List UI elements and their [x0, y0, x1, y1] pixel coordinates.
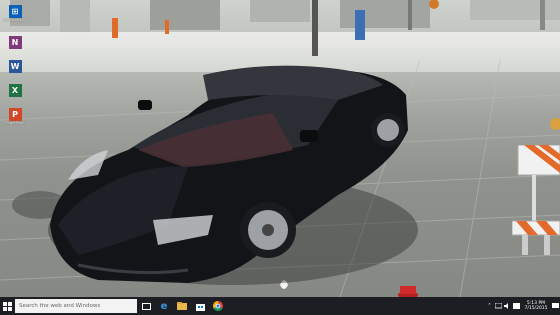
language-icon[interactable] — [512, 297, 521, 315]
desktop-icon-label: Welcome to Tech Forums — [3, 18, 27, 22]
clock[interactable]: 5:13 PM 7/15/2015 — [521, 301, 551, 312]
task-view-icon[interactable] — [137, 297, 155, 315]
taskbar: Search the web and Windows e ˄ 5:13 PM 7… — [0, 297, 560, 315]
system-tray: ˄ 5:13 PM 7/15/2015 — [485, 297, 560, 315]
desktop-icon-onenote[interactable]: N — [3, 36, 27, 49]
excel-icon: X — [8, 84, 22, 97]
store-icon[interactable] — [191, 297, 209, 315]
network-icon[interactable] — [494, 297, 503, 315]
volume-icon[interactable] — [503, 297, 512, 315]
desktop-icon-word[interactable]: W — [3, 60, 27, 73]
desktop-wallpaper: ⊞ Welcome to Tech Forums N W X P PowerPo… — [0, 0, 560, 297]
start-button[interactable] — [0, 297, 15, 315]
barricade-sign — [512, 145, 560, 255]
clock-date: 7/15/2015 — [524, 306, 548, 311]
edge-icon[interactable]: e — [155, 297, 173, 315]
powerpoint-icon: P — [8, 108, 22, 121]
chevron-up-icon[interactable]: ˄ — [485, 297, 494, 315]
desktop-icon-label: PowerPoint — [5, 121, 25, 125]
action-center-icon[interactable] — [551, 297, 560, 315]
desktop-icon-excel[interactable]: X — [3, 84, 27, 97]
file-explorer-icon[interactable] — [173, 297, 191, 315]
desktop-icon-powerpoint[interactable]: P PowerPoint — [3, 108, 27, 125]
search-placeholder: Search the web and Windows — [19, 303, 101, 309]
chrome-icon[interactable] — [209, 297, 227, 315]
desktop-icon-welcome-to-tech-forums[interactable]: ⊞ Welcome to Tech Forums — [3, 5, 27, 22]
windows-start-icon — [3, 301, 12, 311]
windows-logo-icon: ⊞ — [8, 5, 22, 18]
car-image — [48, 65, 418, 285]
onenote-icon: N — [8, 36, 22, 49]
word-icon: W — [8, 60, 22, 73]
search-input[interactable]: Search the web and Windows — [15, 299, 137, 313]
